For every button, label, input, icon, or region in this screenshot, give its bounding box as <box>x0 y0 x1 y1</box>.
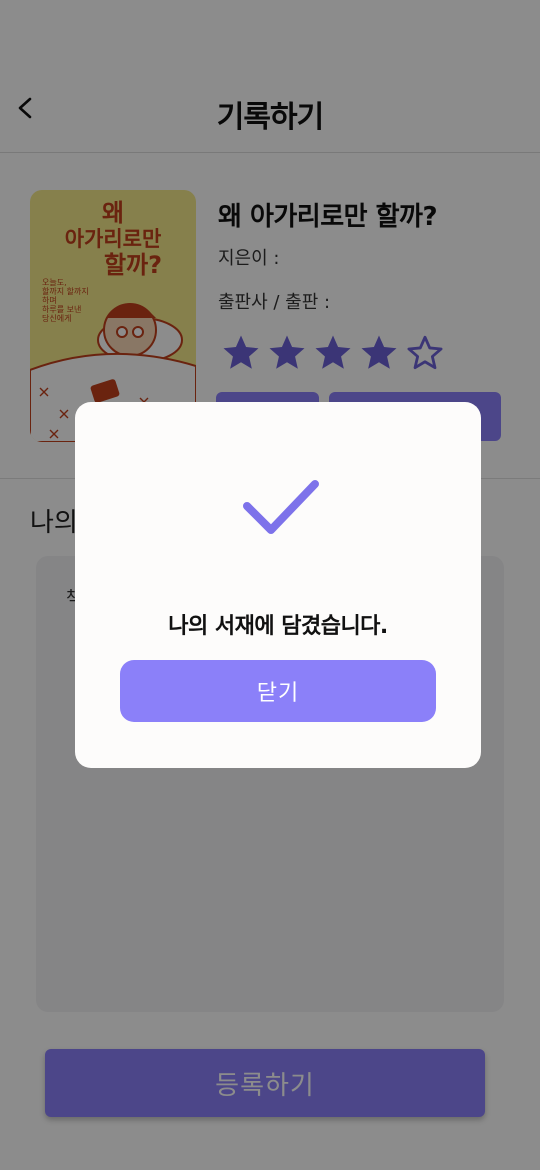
dialog-message: 나의 서재에 담겼습니다. <box>168 614 388 639</box>
success-dialog: 나의 서재에 담겼습니다. 닫기 <box>75 402 481 768</box>
checkmark-icon <box>243 480 319 534</box>
close-button[interactable]: 닫기 <box>120 660 436 722</box>
